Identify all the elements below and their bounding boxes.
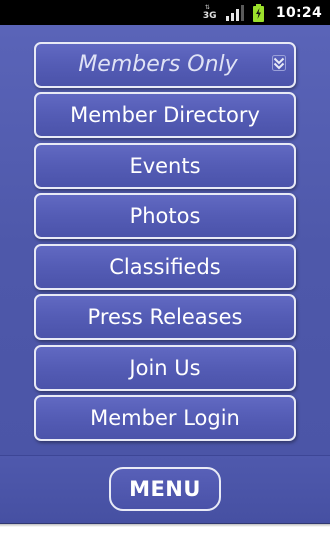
bottom-shadow [0,523,330,527]
chevron-down-icon [272,55,286,71]
network-type-label: 3G [202,10,217,21]
photos-button[interactable]: Photos [34,193,296,239]
app-content: Members Only Member Directory Events Pho… [0,25,330,523]
bottom-bar: MENU [0,455,330,524]
press-releases-button[interactable]: Press Releases [34,294,296,340]
status-bar: ⇅ 3G 10:24 [0,0,330,25]
members-only-dropdown[interactable]: Members Only [34,42,296,88]
members-only-label: Members Only [78,52,238,77]
status-icons: ⇅ 3G 10:24 [202,0,322,25]
menu-button[interactable]: MENU [109,467,221,511]
join-us-button[interactable]: Join Us [34,345,296,391]
status-clock: 10:24 [275,4,322,21]
events-button[interactable]: Events [34,143,296,189]
member-login-button[interactable]: Member Login [34,395,296,441]
member-directory-button[interactable]: Member Directory [34,92,296,138]
battery-charging-icon [252,3,264,22]
data-transfer-icon: ⇅ 3G [202,3,217,21]
classifieds-button[interactable]: Classifieds [34,244,296,290]
signal-strength-icon [225,4,244,21]
